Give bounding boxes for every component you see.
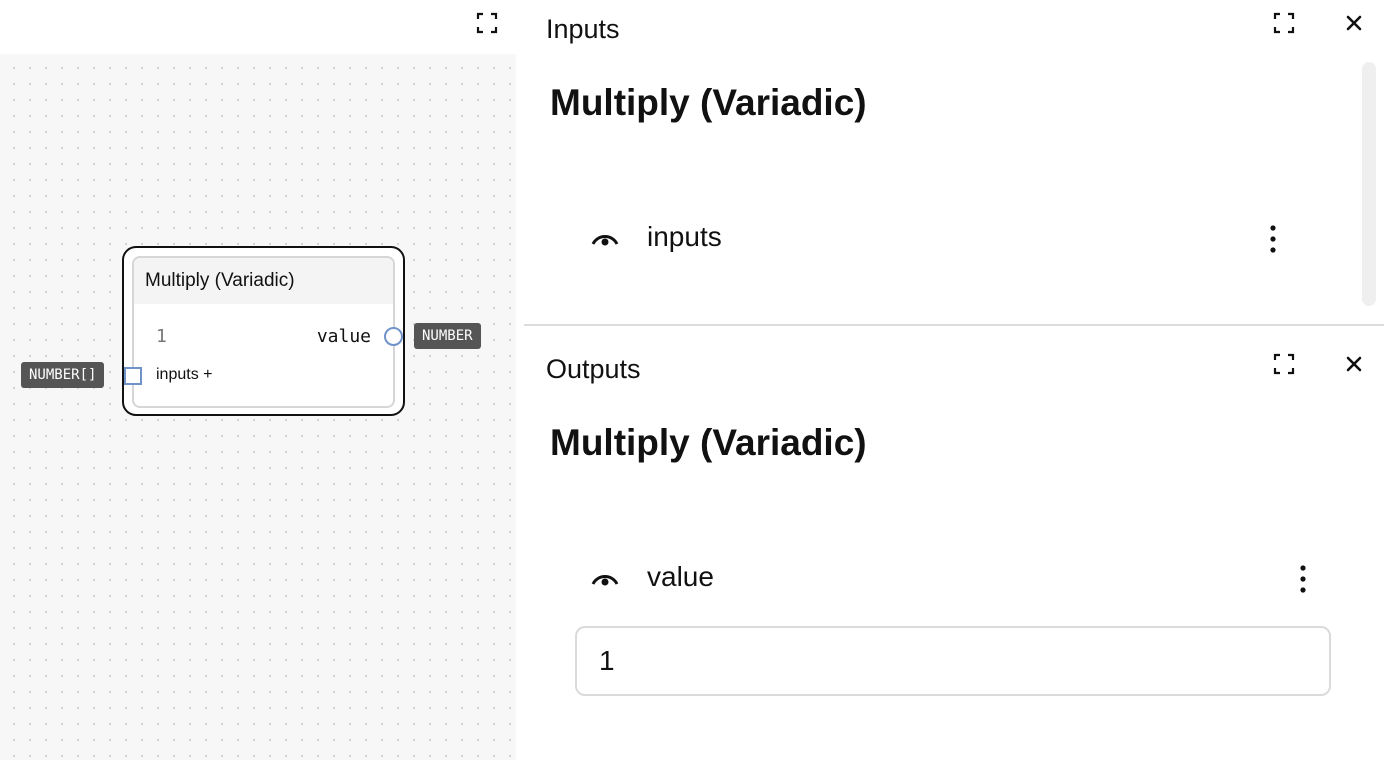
fullscreen-icon[interactable]: [1272, 11, 1296, 35]
more-vertical-icon[interactable]: [1299, 564, 1307, 594]
inputs-panel-heading: Multiply (Variadic): [550, 82, 867, 123]
eye-icon[interactable]: [590, 568, 620, 592]
canvas-toolbar: [0, 0, 516, 54]
inputs-panel-title: Inputs: [546, 14, 620, 44]
output-row-label: value: [647, 561, 714, 592]
node-title: Multiply (Variadic): [134, 258, 393, 304]
inspector-pane: Inputs Multiply (Variadic) inputs Output…: [524, 0, 1384, 760]
more-vertical-icon[interactable]: [1269, 224, 1277, 254]
close-icon[interactable]: [1342, 11, 1366, 35]
close-icon[interactable]: [1342, 352, 1366, 376]
node-body: Multiply (Variadic) 1 value inputs +: [132, 256, 395, 408]
input-port[interactable]: [124, 367, 142, 385]
outputs-panel-title: Outputs: [546, 354, 641, 384]
node-inputs-label[interactable]: inputs +: [156, 366, 212, 384]
input-row-label: inputs: [647, 221, 722, 252]
input-type-badge: NUMBER[]: [21, 362, 105, 388]
node-output-value: 1: [156, 326, 167, 347]
node-multiply-variadic[interactable]: Multiply (Variadic) 1 value inputs +: [122, 246, 405, 416]
output-value-field[interactable]: [575, 626, 1331, 696]
inputs-scrollbar[interactable]: [1362, 62, 1376, 306]
graph-canvas-pane: Multiply (Variadic) 1 value inputs + NUM…: [0, 0, 516, 760]
outputs-panel-heading: Multiply (Variadic): [550, 422, 867, 463]
fullscreen-icon[interactable]: [1272, 352, 1296, 376]
fullscreen-icon[interactable]: [475, 11, 499, 35]
eye-icon[interactable]: [590, 228, 620, 252]
node-output-label: value: [316, 326, 371, 347]
output-type-badge: NUMBER: [414, 323, 481, 349]
output-port[interactable]: [384, 327, 403, 346]
panel-divider: [524, 324, 1384, 326]
